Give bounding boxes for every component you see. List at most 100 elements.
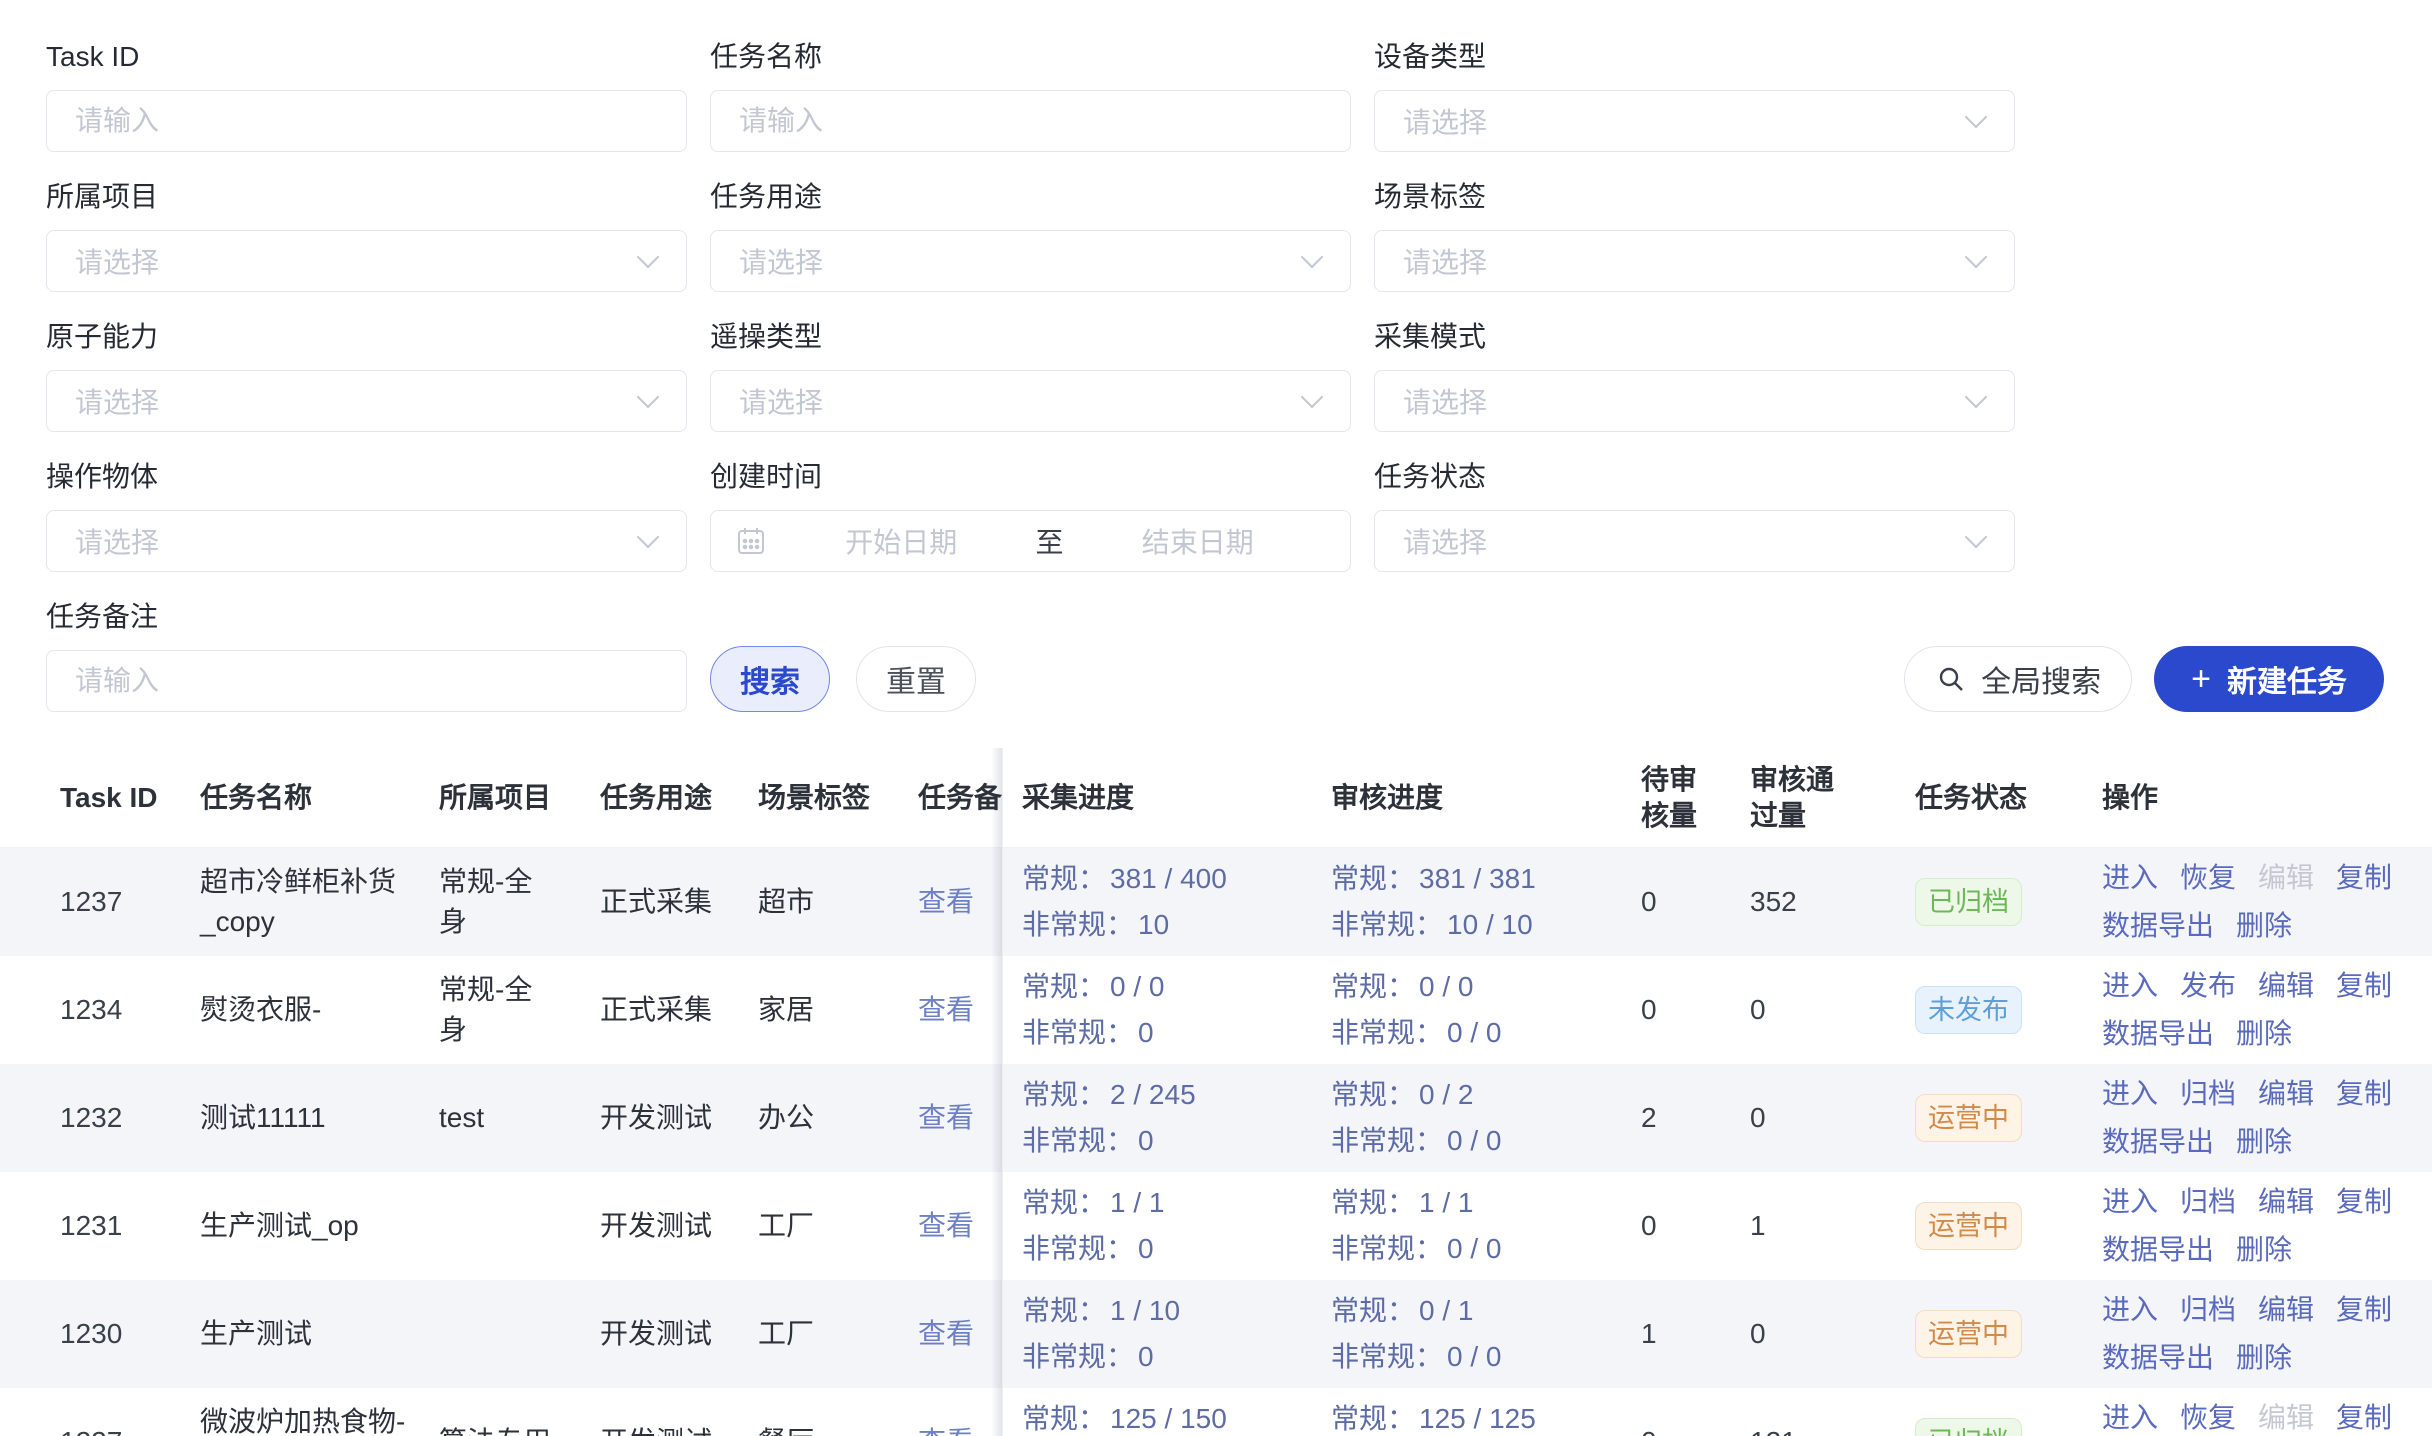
collect-regular-value: 2 / 245 [1110,1079,1196,1110]
irregular-prefix: 非常规： [1331,1341,1443,1372]
action-export[interactable]: 数据导出 [2102,1118,2214,1166]
teleop-type-select[interactable]: 请选择 [710,370,1351,432]
collect-irregular-value: 0 [1138,1125,1154,1156]
action-export[interactable]: 数据导出 [2102,902,2214,950]
reset-button[interactable]: 重置 [856,646,976,712]
end-date-placeholder[interactable]: 结束日期 [1070,521,1327,561]
action-enter[interactable]: 进入 [2102,1070,2158,1118]
view-remark-link[interactable]: 查看 [918,1426,974,1436]
cell-scene: 超市 [758,882,918,922]
collect-regular-value: 0 / 0 [1110,971,1164,1002]
task-management-page: Task ID 任务名称 设备类型 请选择 所属项目 请选择 任务用途 请选择 [0,0,2432,1436]
status-select[interactable]: 请选择 [1374,510,2015,572]
view-remark-link[interactable]: 查看 [918,994,974,1025]
table-row: 1232 测试11111 test 开发测试 办公 查看 常规：2 / 245 … [0,1064,2432,1172]
remark-input[interactable] [46,650,687,712]
atomic-ability-select[interactable]: 请选择 [46,370,687,432]
action-copy[interactable]: 复制 [2336,1394,2392,1436]
global-search-button[interactable]: 全局搜索 [1904,646,2132,712]
action-enter[interactable]: 进入 [2102,962,2158,1010]
cell-task-id: 1230 [0,1314,200,1354]
action-restore[interactable]: 恢复 [2180,854,2236,902]
action-restore[interactable]: 恢复 [2180,1394,2236,1436]
purpose-select[interactable]: 请选择 [710,230,1351,292]
start-date-placeholder[interactable]: 开始日期 [773,521,1030,561]
regular-prefix: 常规： [1331,1079,1415,1110]
cell-review-progress: 常规：381 / 381 非常规：10 / 10 [1331,856,1641,948]
action-copy[interactable]: 复制 [2336,1070,2392,1118]
cell-pending-count: 0 [1641,882,1750,922]
irregular-prefix: 非常规： [1331,1125,1443,1156]
action-copy[interactable]: 复制 [2336,854,2392,902]
project-select[interactable]: 请选择 [46,230,687,292]
task-name-input[interactable] [710,90,1351,152]
header-review: 审核进度 [1331,780,1641,816]
action-delete[interactable]: 删除 [2236,1118,2292,1166]
action-export[interactable]: 数据导出 [2102,1010,2214,1058]
action-edit[interactable]: 编辑 [2258,1394,2314,1436]
project-placeholder: 请选择 [75,241,159,281]
view-remark-link[interactable]: 查看 [918,1318,974,1349]
action-edit[interactable]: 编辑 [2258,854,2314,902]
collect-regular-value: 381 / 400 [1110,863,1227,894]
cell-purpose: 开发测试 [600,1422,758,1436]
action-enter[interactable]: 进入 [2102,1394,2158,1436]
action-archive[interactable]: 归档 [2180,1070,2236,1118]
header-collect: 采集进度 [1003,780,1331,816]
action-copy[interactable]: 复制 [2336,1286,2392,1334]
object-select[interactable]: 请选择 [46,510,687,572]
action-delete[interactable]: 删除 [2236,902,2292,950]
action-edit[interactable]: 编辑 [2258,1286,2314,1334]
create-time-range-picker[interactable]: 开始日期 至 结束日期 [710,510,1351,572]
action-copy[interactable]: 复制 [2336,1178,2392,1226]
view-remark-link[interactable]: 查看 [918,886,974,917]
collect-mode-label: 采集模式 [1374,320,2015,354]
action-archive[interactable]: 归档 [2180,1178,2236,1226]
action-delete[interactable]: 删除 [2236,1010,2292,1058]
row-actions: 进入 归档 编辑 复制 数据导出 删除 [2102,1070,2432,1166]
cell-approved-count: 121 [1750,1422,1915,1436]
review-regular-value: 125 / 125 [1419,1403,1536,1434]
cell-collect-progress: 常规：125 / 150 非常规：0 [1003,1396,1331,1436]
action-export[interactable]: 数据导出 [2102,1334,2214,1382]
cell-project: 算法专用 [439,1422,600,1436]
device-type-select[interactable]: 请选择 [1374,90,2015,152]
action-edit[interactable]: 编辑 [2258,1178,2314,1226]
purpose-placeholder: 请选择 [739,241,823,281]
new-task-button[interactable]: + 新建任务 [2154,646,2384,712]
action-export[interactable]: 数据导出 [2102,1226,2214,1274]
cell-collect-progress: 常规：0 / 0 非常规：0 [1003,964,1331,1056]
view-remark-link[interactable]: 查看 [918,1210,974,1241]
device-type-placeholder: 请选择 [1403,101,1487,141]
view-remark-link[interactable]: 查看 [918,1102,974,1133]
regular-prefix: 常规： [1022,971,1106,1002]
header-task-id: Task ID [0,780,200,816]
action-edit[interactable]: 编辑 [2258,962,2314,1010]
action-enter[interactable]: 进入 [2102,1286,2158,1334]
action-publish[interactable]: 发布 [2180,962,2236,1010]
filter-panel: Task ID 任务名称 设备类型 请选择 所属项目 请选择 任务用途 请选择 [46,40,2432,600]
project-label: 所属项目 [46,180,687,214]
action-enter[interactable]: 进入 [2102,854,2158,902]
action-enter[interactable]: 进入 [2102,1178,2158,1226]
search-button[interactable]: 搜索 [710,646,830,712]
row-actions: 进入 归档 编辑 复制 数据导出 删除 [2102,1286,2432,1382]
irregular-prefix: 非常规： [1022,1125,1134,1156]
object-placeholder: 请选择 [75,521,159,561]
action-delete[interactable]: 删除 [2236,1334,2292,1382]
remark-label: 任务备注 [46,600,687,634]
cell-approved-count: 0 [1750,990,1915,1030]
action-delete[interactable]: 删除 [2236,1226,2292,1274]
scene-tag-select[interactable]: 请选择 [1374,230,2015,292]
search-icon [1935,663,1967,695]
header-status: 任务状态 [1915,780,2102,816]
cell-collect-progress: 常规：381 / 400 非常规：10 [1003,856,1331,948]
cell-project: 常规-全身 [439,970,600,1050]
action-copy[interactable]: 复制 [2336,962,2392,1010]
collect-mode-select[interactable]: 请选择 [1374,370,2015,432]
action-archive[interactable]: 归档 [2180,1286,2236,1334]
task-id-input[interactable] [46,90,687,152]
status-badge: 运营中 [1915,1202,2022,1250]
action-edit[interactable]: 编辑 [2258,1070,2314,1118]
regular-prefix: 常规： [1022,1079,1106,1110]
